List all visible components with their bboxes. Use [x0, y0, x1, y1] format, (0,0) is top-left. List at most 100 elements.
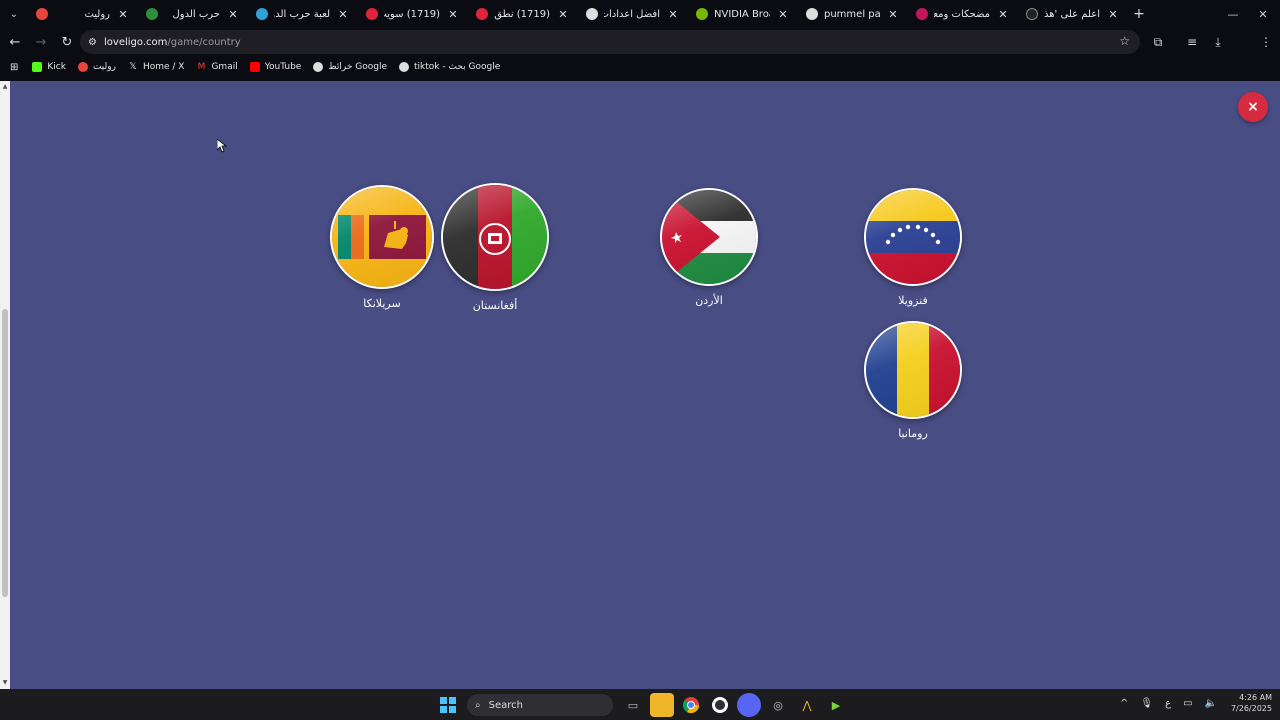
tab-favicon-icon	[256, 8, 268, 20]
country-afghanistan[interactable]: أفغانستان	[441, 183, 549, 312]
tab-title: مضحكات ومعالجات	[934, 8, 990, 20]
forward-icon[interactable]: →	[29, 30, 53, 54]
tab-close-icon[interactable]: ✕	[776, 8, 790, 21]
country-sri-lanka[interactable]: سريلانكا	[330, 185, 434, 310]
window-close-icon[interactable]: ✕	[1248, 0, 1278, 28]
google-icon	[806, 8, 818, 20]
tab-title: pummel party - c	[824, 8, 880, 20]
tab-search-chevron-icon[interactable]: ⌄	[0, 0, 28, 28]
tab-close-icon[interactable]: ✕	[226, 8, 240, 21]
site-info-icon[interactable]: ⚙	[88, 37, 104, 48]
scrollbar-thumb[interactable]	[2, 309, 8, 597]
bookmark-label: YouTube	[264, 62, 302, 72]
nvidia-icon	[696, 8, 708, 20]
network-icon[interactable]: ▭	[1183, 698, 1192, 709]
bookmark-x[interactable]: 𝕏 Home / X	[128, 62, 185, 72]
task-view-icon[interactable]: ▭	[621, 693, 645, 717]
afghanistan-flag-icon	[441, 183, 549, 291]
tab-close-icon[interactable]: ✕	[446, 8, 460, 21]
discord-icon[interactable]	[737, 693, 761, 717]
taskbar: ⌕ Search ▭ ◎ ⋀ ▶ ^ 🎙 ع ▭ 🔈 4:26 AM 7/26/2…	[0, 689, 1280, 720]
bookmark-label: Gmail	[211, 62, 238, 72]
new-tab-button[interactable]: +	[1128, 6, 1150, 22]
tray-overflow-icon[interactable]: ^	[1120, 698, 1128, 709]
country-romania[interactable]: رومانيا	[864, 321, 962, 440]
taskbar-search[interactable]: ⌕ Search	[467, 694, 613, 716]
app-arrow-icon[interactable]: ▶	[824, 693, 848, 717]
tab-3[interactable]: (1719) سويت أكبر ✕	[358, 0, 468, 28]
tab-close-icon[interactable]: ✕	[116, 8, 130, 21]
file-explorer-icon[interactable]	[650, 693, 674, 717]
extensions-icon[interactable]: ⧉	[1146, 30, 1170, 54]
tab-close-icon[interactable]: ✕	[996, 8, 1010, 21]
scrollbar[interactable]: ▲ ▼	[0, 81, 10, 689]
bookmark-gmail[interactable]: M Gmail	[196, 62, 238, 72]
download-icon[interactable]: ⤓	[1206, 30, 1230, 54]
close-icon: ×	[1247, 99, 1259, 115]
volume-icon[interactable]: 🔈	[1205, 698, 1217, 709]
country-venezuela[interactable]: فنزويلا	[864, 188, 962, 307]
media-icon[interactable]: ≡	[1180, 30, 1204, 54]
browser-chrome: ⌄ رولیت ✕ حرب الدول ✕ لعبة حرب الدول | ل…	[0, 0, 1280, 81]
romania-flag-icon	[864, 321, 962, 419]
steam-icon[interactable]: ◎	[766, 693, 790, 717]
back-icon[interactable]: ←	[3, 30, 27, 54]
search-label: Search	[488, 699, 523, 711]
tab-close-icon[interactable]: ✕	[1106, 8, 1120, 21]
url-path: /game/country	[167, 36, 241, 48]
clock[interactable]: 4:26 AM 7/26/2025	[1231, 692, 1272, 714]
tab-close-icon[interactable]: ✕	[886, 8, 900, 21]
country-jordan[interactable]: الأردن	[660, 188, 758, 307]
bookmark-maps[interactable]: خرائط Google	[313, 62, 387, 72]
country-name: سريلانكا	[363, 297, 401, 310]
address-bar[interactable]: ⚙ loveligo.com/game/country ☆	[80, 30, 1140, 54]
taskbar-apps: ⌕ Search ▭ ◎ ⋀ ▶	[436, 693, 853, 717]
app-icon[interactable]: ⋀	[795, 693, 819, 717]
tab-5[interactable]: افضل اعدادات xr ✕	[578, 0, 688, 28]
bookmark-star-icon[interactable]: ☆	[1119, 34, 1130, 48]
bookmark-roulette[interactable]: روليت	[77, 62, 116, 72]
bookmark-label: روليت	[92, 62, 116, 72]
bookmark-tiktok-search[interactable]: tiktok - بحث Google	[399, 62, 500, 72]
google-icon	[399, 62, 410, 72]
language-indicator[interactable]: ع	[1165, 698, 1171, 709]
bookmark-kick[interactable]: Kick	[32, 62, 66, 72]
bookmark-label: Home / X	[142, 62, 185, 72]
bookmark-label: Kick	[47, 62, 66, 72]
chrome-icon[interactable]	[679, 693, 703, 717]
close-button[interactable]: ×	[1238, 92, 1268, 122]
minimize-icon[interactable]: —	[1218, 0, 1248, 28]
tab-title: (1719) نطق أغنية	[494, 8, 550, 20]
obs-icon[interactable]	[708, 693, 732, 717]
reload-icon[interactable]: ↻	[55, 30, 79, 54]
tab-2[interactable]: لعبة حرب الدول | لعبة ✕	[248, 0, 358, 28]
tab-favicon-icon	[36, 8, 48, 20]
tab-7[interactable]: pummel party - c ✕	[798, 0, 908, 28]
tab-4[interactable]: (1719) نطق أغنية ✕	[468, 0, 578, 28]
system-tray: ^ 🎙 ع ▭ 🔈 4:26 AM 7/26/2025	[1108, 692, 1272, 714]
tab-close-icon[interactable]: ✕	[556, 8, 570, 21]
tab-1[interactable]: حرب الدول ✕	[138, 0, 248, 28]
start-icon[interactable]	[436, 693, 460, 717]
scroll-down-icon[interactable]: ▼	[2, 679, 8, 687]
tab-6[interactable]: NVIDIA Broadcast ✕	[688, 0, 798, 28]
tab-title: افضل اعدادات xr	[604, 8, 660, 20]
tab-close-icon[interactable]: ✕	[666, 8, 680, 21]
tab-0[interactable]: رولیت ✕	[28, 0, 138, 28]
bookmark-youtube[interactable]: YouTube	[249, 62, 302, 72]
menu-icon[interactable]: ⋮	[1254, 30, 1278, 54]
microphone-icon[interactable]: 🎙	[1140, 698, 1153, 709]
scroll-up-icon[interactable]: ▲	[2, 83, 8, 91]
tab-9[interactable]: اعلم على 'هذا وانا ✕	[1018, 0, 1128, 28]
google-icon	[313, 62, 324, 72]
tab-8[interactable]: مضحكات ومعالجات ✕	[908, 0, 1018, 28]
game-page: ▲ ▼ × سريلانكا أفغانستان الأردن فنزويلا …	[0, 81, 1280, 689]
apps-grid-icon[interactable]: ⊞	[10, 62, 18, 73]
youtube-icon	[366, 8, 378, 20]
gmail-icon: M	[197, 62, 206, 72]
clock-date: 7/26/2025	[1230, 704, 1272, 713]
venezuela-flag-icon	[864, 188, 962, 286]
google-icon	[586, 8, 598, 20]
kick-icon	[32, 62, 43, 72]
tab-close-icon[interactable]: ✕	[336, 8, 350, 21]
